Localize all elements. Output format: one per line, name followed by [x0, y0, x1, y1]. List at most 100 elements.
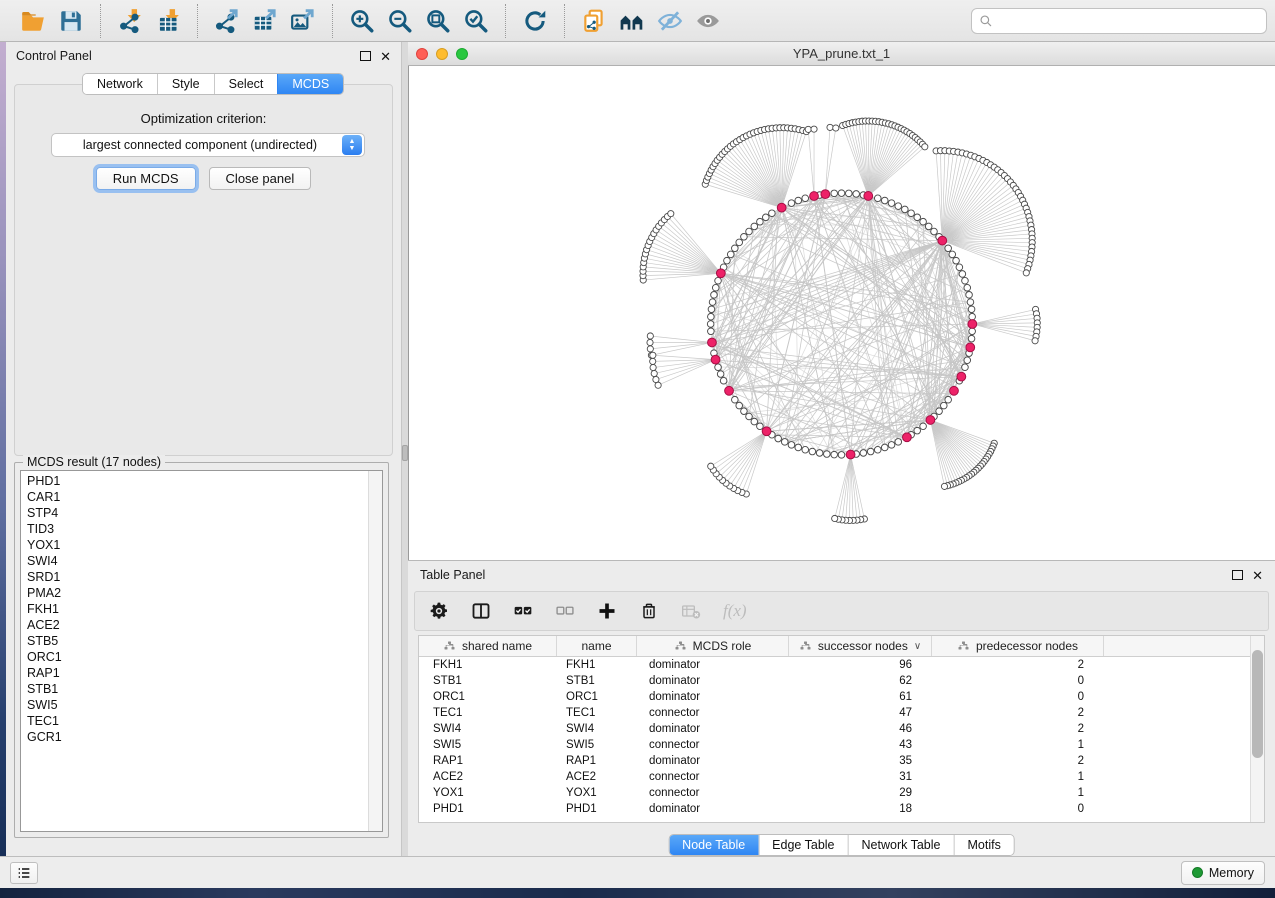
window-minimize-button[interactable]	[436, 48, 448, 60]
float-panel-icon[interactable]	[360, 51, 371, 61]
table-scrollbar[interactable]	[1250, 636, 1264, 822]
column-header-name[interactable]: name	[557, 636, 637, 656]
cell: 0	[932, 801, 1104, 817]
export-table-button[interactable]	[246, 4, 284, 38]
task-history-button[interactable]	[10, 862, 38, 884]
criterion-dropdown[interactable]: largest connected component (undirected)…	[51, 133, 365, 157]
search-input[interactable]	[998, 14, 1259, 28]
column-header-predecessor-nodes[interactable]: predecessor nodes	[932, 636, 1104, 656]
export-network-button[interactable]	[208, 4, 246, 38]
import-table-button[interactable]	[149, 4, 187, 38]
unchecked-boxes-icon	[555, 601, 575, 621]
cell: PHD1	[557, 801, 637, 817]
cell: 31	[789, 769, 932, 785]
mcds-result-list: PHD1CAR1STP4TID3YOX1SWI4SRD1PMA2FKH1ACE2…	[21, 471, 368, 831]
table-settings-button[interactable]	[429, 596, 449, 626]
mcds-result-item[interactable]: TEC1	[27, 713, 368, 729]
refresh-view-icon	[522, 8, 548, 34]
mcds-result-item[interactable]: GCR1	[27, 729, 368, 745]
mcds-result-item[interactable]: PMA2	[27, 585, 368, 601]
tab-network[interactable]: Network	[83, 74, 157, 94]
export-table-icon	[252, 8, 278, 34]
close-panel-icon[interactable]	[380, 50, 391, 63]
window-close-button[interactable]	[416, 48, 428, 60]
table-row[interactable]: RAP1RAP1dominator352	[419, 753, 1250, 769]
search-box[interactable]	[971, 8, 1267, 34]
network-window-titlebar[interactable]: YPA_prune.txt_1	[408, 42, 1275, 66]
zoom-selected-button[interactable]	[457, 4, 495, 38]
close-panel-button[interactable]: Close panel	[209, 167, 312, 190]
deselect-all-button[interactable]	[555, 596, 575, 626]
table-row[interactable]: FKH1FKH1dominator962	[419, 657, 1250, 673]
tab-style[interactable]: Style	[157, 74, 214, 94]
mcds-result-item[interactable]: STP4	[27, 505, 368, 521]
save-session-button[interactable]	[52, 4, 90, 38]
mcds-result-item[interactable]: ORC1	[27, 649, 368, 665]
tab-edge-table[interactable]: Edge Table	[758, 835, 847, 855]
zoom-in-button[interactable]	[343, 4, 381, 38]
function-builder-button[interactable]: f(x)	[723, 596, 747, 626]
mcds-result-item[interactable]: ACE2	[27, 617, 368, 633]
clone-network-button[interactable]	[575, 4, 613, 38]
mcds-result-item[interactable]: STB5	[27, 633, 368, 649]
run-mcds-button[interactable]: Run MCDS	[96, 167, 196, 190]
float-table-panel-icon[interactable]	[1232, 570, 1243, 580]
zoom-out-button[interactable]	[381, 4, 419, 38]
show-columns-button[interactable]	[471, 596, 491, 626]
show-all-button[interactable]	[689, 4, 727, 38]
mcds-result-item[interactable]: FKH1	[27, 601, 368, 617]
table-row[interactable]: YOX1YOX1connector291	[419, 785, 1250, 801]
import-network-icon	[117, 8, 143, 34]
table-row[interactable]: SWI4SWI4dominator462	[419, 721, 1250, 737]
add-column-button[interactable]	[597, 596, 617, 626]
toolbar-separator	[100, 4, 101, 38]
refresh-view-button[interactable]	[516, 4, 554, 38]
mcds-result-item[interactable]: RAP1	[27, 665, 368, 681]
cell: dominator	[637, 801, 789, 817]
column-header-successor-nodes[interactable]: successor nodes∨	[789, 636, 932, 656]
mcds-result-item[interactable]: TID3	[27, 521, 368, 537]
close-table-panel-icon[interactable]	[1252, 569, 1263, 582]
table-row[interactable]: ACE2ACE2connector311	[419, 769, 1250, 785]
export-image-button[interactable]	[284, 4, 322, 38]
mcds-result-item[interactable]: CAR1	[27, 489, 368, 505]
checked-boxes-icon	[513, 601, 533, 621]
dropdown-stepper-icon: ▲▼	[342, 135, 362, 155]
first-neighbors-button[interactable]	[613, 4, 651, 38]
network-canvas[interactable]	[408, 66, 1275, 560]
cell: connector	[637, 785, 789, 801]
tab-select[interactable]: Select	[214, 74, 278, 94]
delete-column-button[interactable]	[639, 596, 659, 626]
tab-network-table[interactable]: Network Table	[848, 835, 954, 855]
open-file-button[interactable]	[14, 4, 52, 38]
optimization-criterion-label: Optimization criterion:	[15, 111, 392, 126]
cell: ACE2	[557, 769, 637, 785]
delete-table-button[interactable]	[681, 596, 701, 626]
table-row[interactable]: TEC1TEC1connector472	[419, 705, 1250, 721]
column-header-shared-name[interactable]: shared name	[419, 636, 557, 656]
cell: dominator	[637, 657, 789, 673]
mcds-list-scrollbar[interactable]	[368, 471, 382, 831]
mcds-result-item[interactable]: YOX1	[27, 537, 368, 553]
tab-node-table[interactable]: Node Table	[669, 835, 758, 855]
window-zoom-button[interactable]	[456, 48, 468, 60]
column-header-MCDS-role[interactable]: MCDS role	[637, 636, 789, 656]
zoom-fit-button[interactable]	[419, 4, 457, 38]
mcds-result-item[interactable]: SWI5	[27, 697, 368, 713]
control-panel: Control Panel Network Style Select MCDS …	[6, 42, 402, 856]
tab-motifs[interactable]: Motifs	[953, 835, 1013, 855]
table-row[interactable]: STB1STB1dominator620	[419, 673, 1250, 689]
mcds-result-item[interactable]: PHD1	[27, 473, 368, 489]
table-row[interactable]: PHD1PHD1dominator180	[419, 801, 1250, 817]
import-network-button[interactable]	[111, 4, 149, 38]
memory-button[interactable]: Memory	[1181, 861, 1265, 885]
mcds-result-item[interactable]: SWI4	[27, 553, 368, 569]
select-all-button[interactable]	[513, 596, 533, 626]
mcds-result-item[interactable]: SRD1	[27, 569, 368, 585]
tab-mcds[interactable]: MCDS	[277, 74, 343, 94]
table-row[interactable]: SWI5SWI5connector431	[419, 737, 1250, 753]
hide-selected-button[interactable]	[651, 4, 689, 38]
mcds-result-item[interactable]: STB1	[27, 681, 368, 697]
cell: RAP1	[557, 753, 637, 769]
table-row[interactable]: ORC1ORC1dominator610	[419, 689, 1250, 705]
